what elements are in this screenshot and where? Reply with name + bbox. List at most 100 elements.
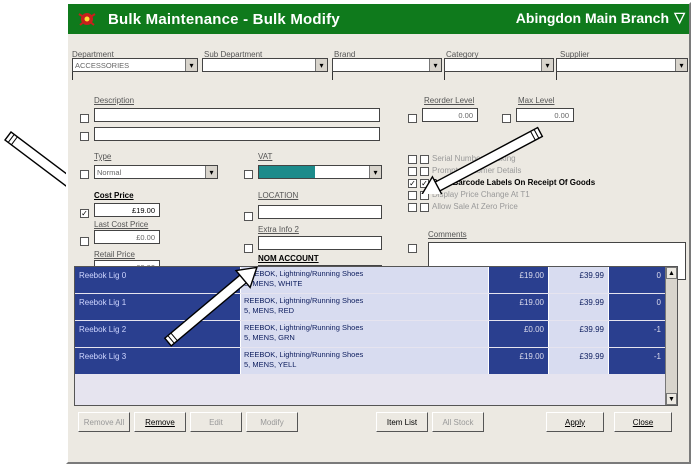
item-list-button[interactable]: Item List	[376, 412, 428, 432]
department-value: ACCESSORIES	[75, 60, 130, 70]
modify-button[interactable]: Modify	[246, 412, 298, 432]
comments-checkbox[interactable]	[408, 244, 417, 253]
type-checkbox[interactable]	[80, 170, 89, 179]
max-level-checkbox[interactable]	[502, 114, 511, 123]
chevron-down-icon[interactable]: ▾	[369, 166, 381, 178]
last-cost-price-field[interactable]: £0.00	[94, 230, 160, 244]
reorder-level-field[interactable]: 0.00	[422, 108, 478, 122]
scroll-down-icon[interactable]: ▼	[666, 393, 677, 405]
divider-tick	[556, 72, 557, 80]
department-select[interactable]: ACCESSORIES ▾	[72, 58, 198, 72]
location-label: LOCATION	[258, 191, 299, 200]
item-desc-line-1: REEBOK, Lightning/Running Shoes	[244, 323, 364, 332]
callout-arrow-nom-account	[163, 266, 258, 347]
location-field[interactable]	[258, 205, 382, 219]
divider-tick	[72, 72, 73, 80]
type-value: Normal	[97, 167, 122, 177]
remove-all-button[interactable]: Remove All	[78, 412, 130, 432]
location-checkbox[interactable]	[244, 212, 253, 221]
max-level-label: Max Level	[518, 96, 555, 105]
chevron-down-icon[interactable]: ▾	[429, 59, 441, 71]
vat-checkbox[interactable]	[244, 170, 253, 179]
last-cost-price-label: Last Cost Price	[94, 220, 149, 229]
chevron-down-icon[interactable]: ▾	[185, 59, 197, 71]
sub-department-select[interactable]: ▾	[202, 58, 328, 72]
item-desc-line-2: 5, MENS, GRN	[244, 333, 295, 342]
extra-info-checkbox[interactable]	[244, 244, 253, 253]
item-cost-cell: £19.00	[489, 348, 549, 374]
category-select[interactable]: ▾	[444, 58, 554, 72]
grid-scrollbar[interactable]: ▲ ▼	[665, 267, 677, 405]
close-button-label: Close	[632, 417, 654, 427]
option-4-checkbox-a[interactable]	[408, 203, 417, 212]
vat-label: VAT	[258, 152, 273, 161]
brand-select[interactable]: ▾	[332, 58, 442, 72]
item-desc-line-2: 5, MENS, YELL	[244, 360, 297, 369]
reorder-level-checkbox[interactable]	[408, 114, 417, 123]
option-4-label: Allow Sale At Zero Price	[432, 202, 518, 211]
chevron-down-icon[interactable]: ▾	[541, 59, 553, 71]
item-desc-line-2: 5, MENS, WHITE	[244, 279, 303, 288]
remove-button-label: Remove	[145, 417, 175, 427]
reorder-level-label: Reorder Level	[424, 96, 475, 105]
callout-arrow-barcode-option	[420, 126, 544, 194]
remove-button[interactable]: Remove	[134, 412, 186, 432]
item-price-cell: £39.99	[549, 294, 609, 320]
extra-info-label: Extra Info 2	[258, 225, 299, 234]
chevron-down-icon[interactable]: ▾	[205, 166, 217, 178]
description-field-1[interactable]	[94, 108, 380, 122]
cost-price-checkbox[interactable]: ✓	[80, 209, 89, 218]
branch-name: Abingdon Main Branch	[515, 10, 669, 26]
item-cost-cell: £19.00	[489, 294, 549, 320]
bulk-modify-window: Bulk Maintenance - Bulk Modify Abingdon …	[66, 2, 691, 464]
chevron-down-icon[interactable]: ▾	[675, 59, 687, 71]
divider-tick	[444, 72, 445, 80]
divider-tick	[332, 72, 333, 80]
all-stock-button[interactable]: All Stock	[432, 412, 484, 432]
extra-info-field[interactable]	[258, 236, 382, 250]
scroll-up-icon[interactable]: ▲	[666, 267, 677, 279]
apply-button-label: Apply	[564, 417, 585, 427]
window-title: Bulk Maintenance - Bulk Modify	[108, 10, 340, 28]
item-desc-cell: REEBOK, Lightning/Running Shoes 5, MENS, …	[241, 294, 489, 320]
item-desc-cell: REEBOK, Lightning/Running Shoes 5, MENS, …	[241, 267, 489, 293]
chevron-down-icon[interactable]: ▾	[315, 59, 327, 71]
item-qty-cell: -1	[609, 321, 665, 347]
button-bar: Remove All Remove Edit Modify Item List …	[74, 410, 678, 434]
item-price-cell: £39.99	[549, 267, 609, 293]
title-menu-arrow-icon[interactable]: ▽	[674, 9, 685, 26]
apply-button[interactable]: Apply	[546, 412, 604, 432]
option-4-checkbox-b[interactable]	[420, 203, 429, 212]
item-qty-cell: -1	[609, 348, 665, 374]
last-cost-price-checkbox[interactable]	[80, 237, 89, 246]
item-qty-cell: 0	[609, 267, 665, 293]
cost-price-field[interactable]: £19.00	[94, 203, 160, 217]
item-desc-line-1: REEBOK, Lightning/Running Shoes	[244, 296, 364, 305]
vat-select[interactable]: ▾	[258, 165, 382, 179]
description-field-2[interactable]	[94, 127, 380, 141]
description-2-checkbox[interactable]	[80, 132, 89, 141]
description-checkbox[interactable]	[80, 114, 89, 123]
app-logo-icon	[74, 8, 100, 30]
item-cost-cell: £19.00	[489, 267, 549, 293]
type-select[interactable]: Normal ▾	[94, 165, 218, 179]
vat-selected-value	[259, 166, 315, 178]
description-label: Description	[94, 96, 135, 105]
item-desc-line-1: REEBOK, Lightning/Running Shoes	[244, 269, 364, 278]
max-level-field[interactable]: 0.00	[516, 108, 574, 122]
close-button[interactable]: Close	[614, 412, 672, 432]
item-price-cell: £39.99	[549, 348, 609, 374]
item-desc-cell: REEBOK, Lightning/Running Shoes 5, MENS, …	[241, 321, 489, 347]
item-price-cell: £39.99	[549, 321, 609, 347]
item-qty-cell: 0	[609, 294, 665, 320]
item-desc-cell: REEBOK, Lightning/Running Shoes 5, MENS, …	[241, 348, 489, 374]
title-bar: Bulk Maintenance - Bulk Modify Abingdon …	[68, 4, 689, 34]
cost-price-label: Cost Price	[94, 191, 134, 200]
supplier-select[interactable]: ▾	[556, 58, 688, 72]
item-desc-line-1: REEBOK, Lightning/Running Shoes	[244, 350, 364, 359]
item-desc-line-2: 5, MENS, RED	[244, 306, 295, 315]
type-label: Type	[94, 152, 112, 161]
comments-label: Comments	[428, 230, 467, 239]
item-cost-cell: £0.00	[489, 321, 549, 347]
edit-button[interactable]: Edit	[190, 412, 242, 432]
